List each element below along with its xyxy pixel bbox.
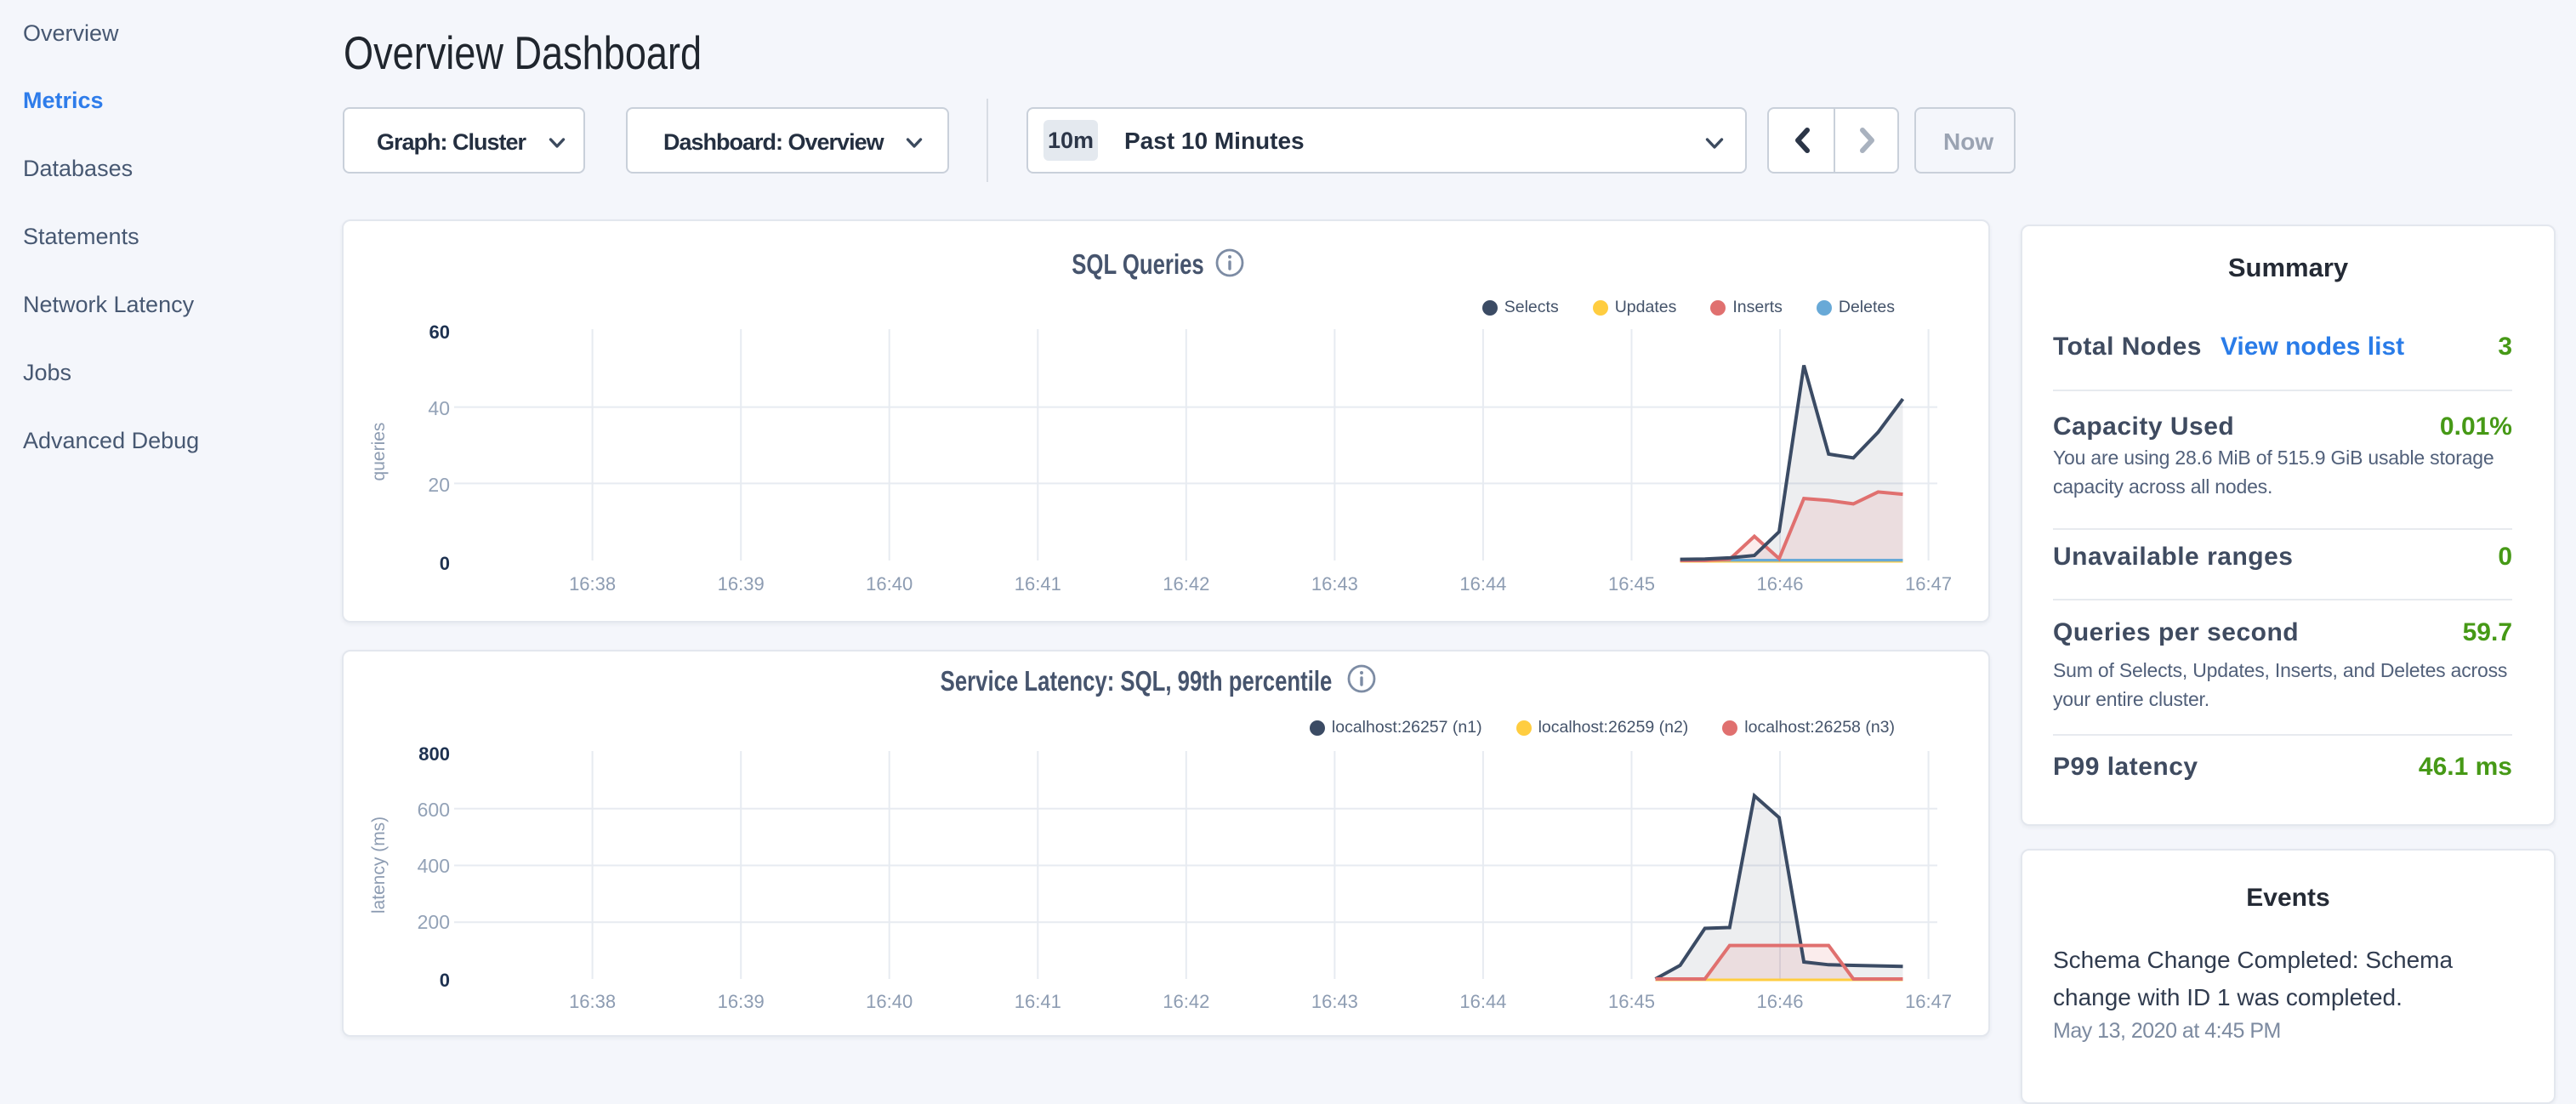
- svg-text:60: 60: [429, 322, 450, 343]
- svg-text:16:47: 16:47: [1905, 991, 1952, 1012]
- svg-text:16:44: 16:44: [1459, 991, 1506, 1012]
- svg-text:16:46: 16:46: [1756, 991, 1803, 1012]
- svg-text:40: 40: [428, 397, 450, 419]
- svg-text:16:39: 16:39: [718, 573, 765, 595]
- svg-text:0: 0: [440, 553, 450, 574]
- svg-text:16:41: 16:41: [1015, 991, 1061, 1012]
- svg-text:600: 600: [418, 799, 450, 821]
- svg-text:queries: queries: [369, 423, 389, 481]
- svg-text:16:42: 16:42: [1163, 991, 1209, 1012]
- svg-text:200: 200: [418, 911, 450, 933]
- svg-text:16:38: 16:38: [569, 991, 616, 1012]
- svg-text:16:40: 16:40: [866, 991, 913, 1012]
- svg-text:16:39: 16:39: [718, 991, 765, 1012]
- svg-text:16:43: 16:43: [1311, 991, 1358, 1012]
- svg-text:16:38: 16:38: [569, 573, 616, 595]
- svg-text:16:46: 16:46: [1756, 573, 1803, 595]
- svg-text:16:44: 16:44: [1459, 573, 1506, 595]
- svg-text:0: 0: [440, 970, 450, 991]
- svg-text:16:40: 16:40: [866, 573, 913, 595]
- svg-text:800: 800: [418, 743, 450, 765]
- svg-text:latency (ms): latency (ms): [369, 817, 389, 913]
- svg-text:16:41: 16:41: [1015, 573, 1061, 595]
- svg-text:16:45: 16:45: [1608, 991, 1655, 1012]
- svg-text:16:43: 16:43: [1311, 573, 1358, 595]
- svg-text:20: 20: [428, 474, 450, 496]
- svg-text:16:42: 16:42: [1163, 573, 1209, 595]
- svg-text:16:45: 16:45: [1608, 573, 1655, 595]
- svg-text:16:47: 16:47: [1905, 573, 1952, 595]
- svg-text:400: 400: [418, 855, 450, 877]
